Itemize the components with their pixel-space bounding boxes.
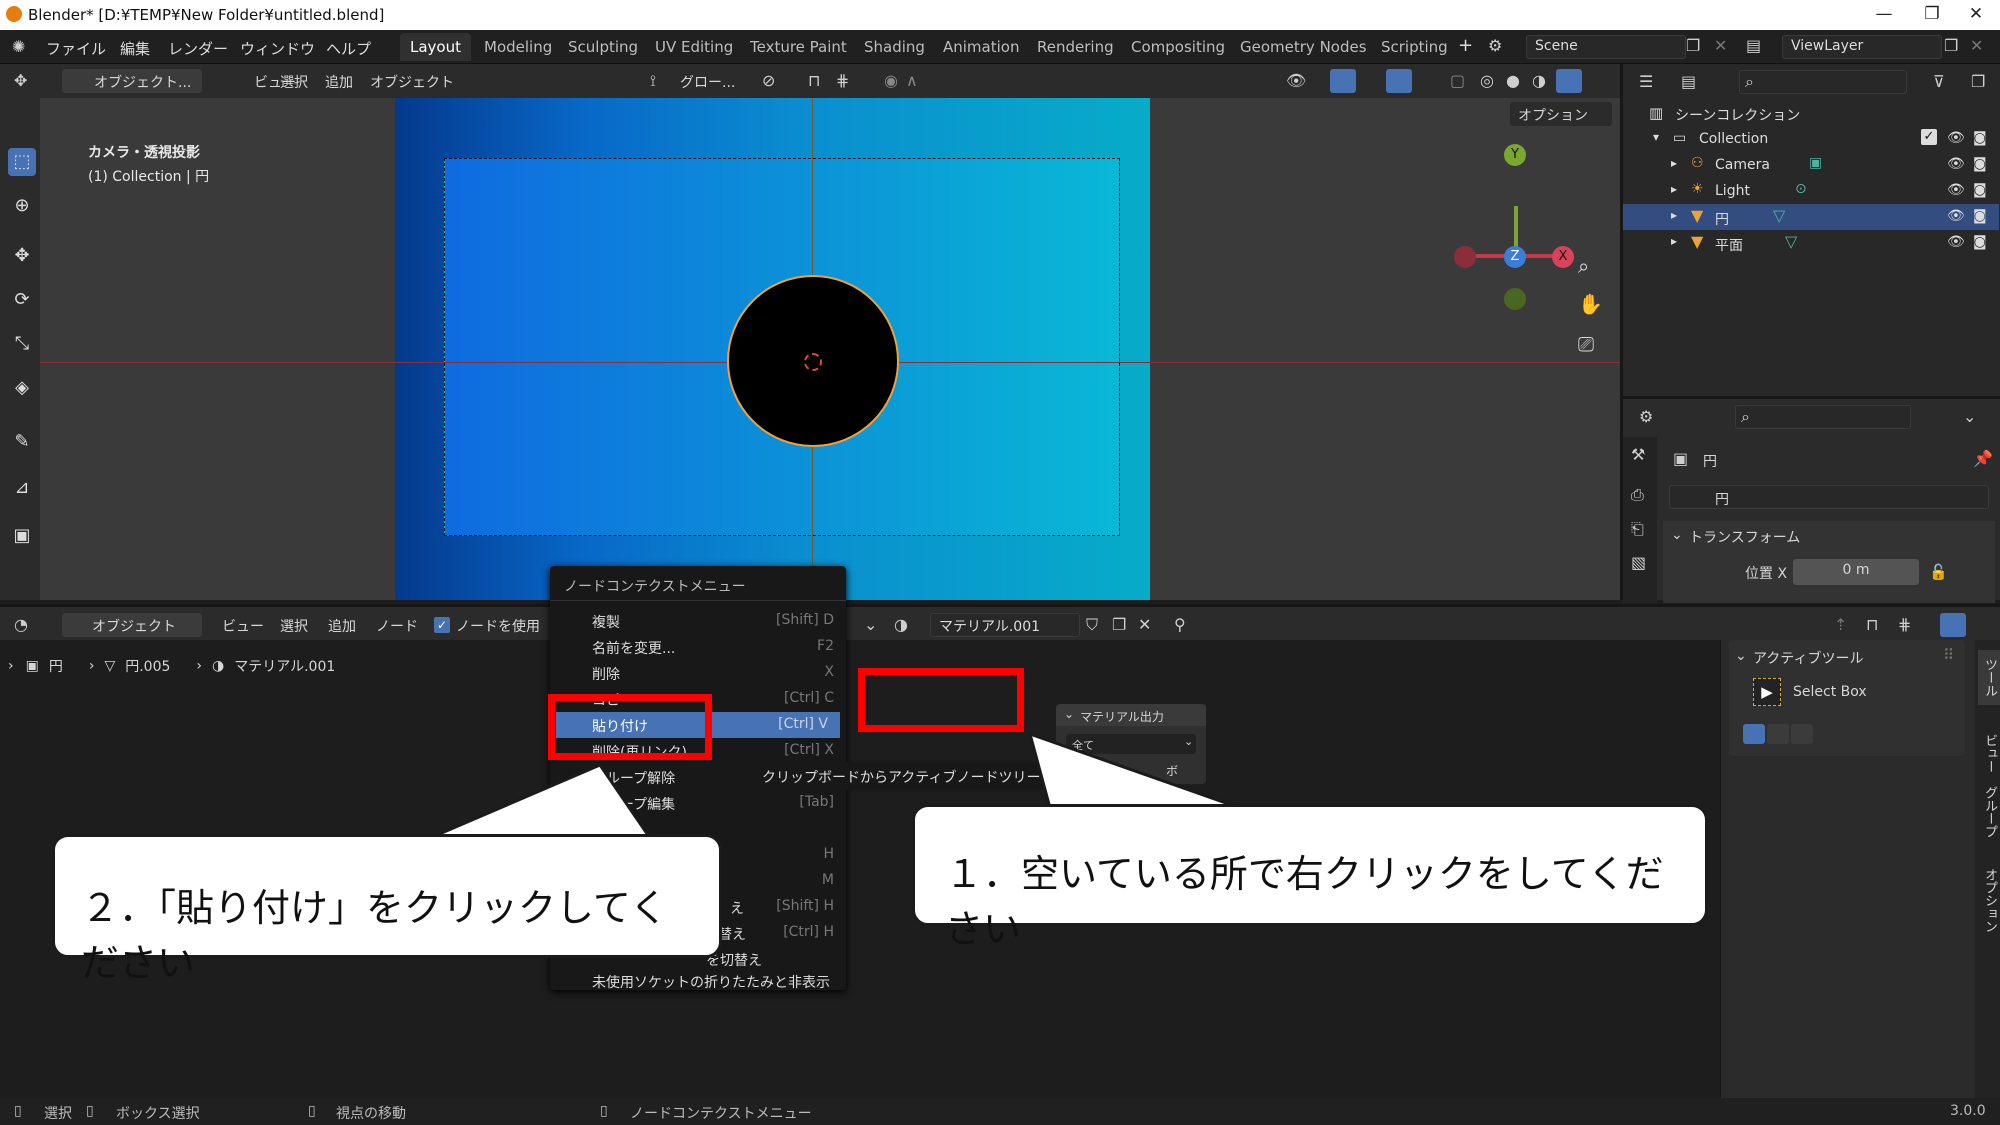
mouse-left-icon: ▯ xyxy=(14,1103,22,1119)
status-box-select: ボックス選択 xyxy=(116,1106,200,1122)
callout-1-pointer xyxy=(1027,731,1241,810)
callout-seam xyxy=(1050,807,1238,813)
status-select: 選択 xyxy=(44,1106,72,1122)
status-context-menu: ノードコンテクストメニュー xyxy=(630,1106,812,1122)
callout-2-pointer xyxy=(429,763,653,840)
callout-step-2: ２．「貼り付け」をクリックしてください xyxy=(52,834,722,985)
version-label: 3.0.0 xyxy=(1950,1103,1986,1119)
mouse-middle-icon: ▯ xyxy=(308,1103,316,1119)
mouse-left-drag-icon: ▯ xyxy=(86,1103,94,1119)
mouse-right-icon: ▯ xyxy=(600,1103,608,1119)
callout-step-1: １．空いている所で右クリックをしてください xyxy=(912,804,1708,951)
callout-seam xyxy=(432,837,648,843)
status-bar: ▯ 選択 ▯ ボックス選択 ▯ 視点の移動 ▯ ノードコンテクストメニュー 3.… xyxy=(0,1098,2000,1125)
status-move-view: 視点の移動 xyxy=(336,1106,406,1122)
